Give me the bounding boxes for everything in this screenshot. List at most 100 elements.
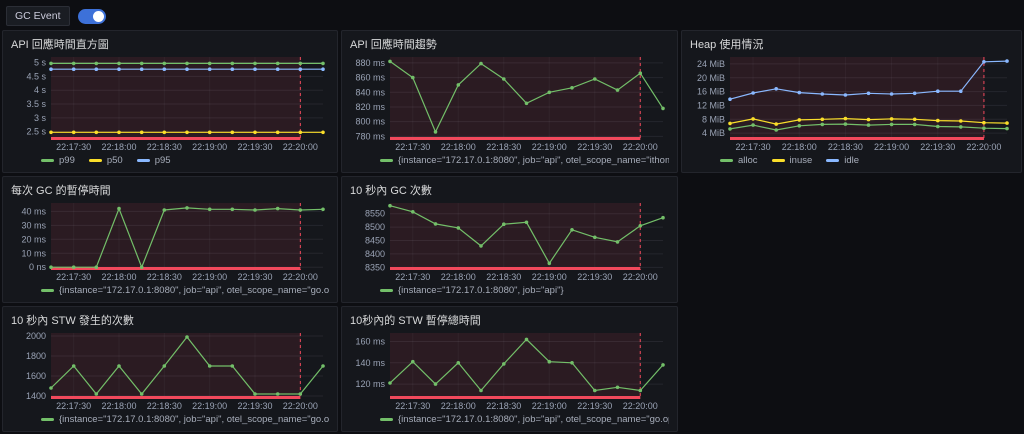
panel-title[interactable]: API 回應時間趨勢 bbox=[350, 36, 669, 53]
series-point[interactable] bbox=[570, 86, 574, 90]
series-point[interactable] bbox=[616, 386, 620, 390]
series-point[interactable] bbox=[140, 265, 144, 269]
series-point[interactable] bbox=[299, 392, 303, 396]
chart-canvas[interactable]: 4 MiB8 MiB12 MiB16 MiB20 MiB24 MiB22:17:… bbox=[690, 53, 1013, 153]
series-point[interactable] bbox=[751, 91, 755, 95]
series-point[interactable] bbox=[616, 240, 620, 244]
chart-canvas[interactable]: 0 ns10 ms20 ms30 ms40 ms22:17:3022:18:00… bbox=[11, 199, 329, 283]
series-point[interactable] bbox=[982, 126, 986, 130]
series-point[interactable] bbox=[639, 224, 643, 228]
series-point[interactable] bbox=[253, 67, 257, 71]
chart-canvas[interactable]: 780 ms800 ms820 ms840 ms860 ms880 ms22:1… bbox=[350, 53, 669, 153]
series-point[interactable] bbox=[276, 67, 280, 71]
series-point[interactable] bbox=[774, 128, 778, 132]
series-point[interactable] bbox=[95, 265, 99, 269]
series-point[interactable] bbox=[388, 381, 392, 385]
series-point[interactable] bbox=[867, 92, 871, 96]
series-point[interactable] bbox=[411, 360, 415, 364]
series-point[interactable] bbox=[253, 62, 257, 66]
series-point[interactable] bbox=[72, 131, 76, 135]
series-point[interactable] bbox=[479, 389, 483, 393]
series-point[interactable] bbox=[639, 71, 643, 75]
series-point[interactable] bbox=[321, 131, 325, 135]
legend-item[interactable]: p99 bbox=[41, 155, 75, 166]
series-point[interactable] bbox=[593, 236, 597, 240]
series-point[interactable] bbox=[49, 131, 53, 135]
series-point[interactable] bbox=[434, 130, 438, 134]
series-point[interactable] bbox=[299, 67, 303, 71]
series-point[interactable] bbox=[49, 67, 53, 71]
legend-item[interactable]: {instance="172.17.0.1:8080", job="api"} bbox=[380, 285, 564, 296]
series-point[interactable] bbox=[140, 131, 144, 135]
legend-item[interactable]: {instance="172.17.0.1:8080", job="api", … bbox=[380, 155, 669, 166]
chart-canvas[interactable]: 120 ms140 ms160 ms22:17:3022:18:0022:18:… bbox=[350, 329, 669, 412]
gc-annotation-band[interactable] bbox=[390, 137, 640, 140]
series-point[interactable] bbox=[185, 206, 189, 210]
series-point[interactable] bbox=[798, 124, 802, 128]
series-point[interactable] bbox=[434, 382, 438, 386]
series-point[interactable] bbox=[321, 208, 325, 212]
series-point[interactable] bbox=[661, 107, 665, 111]
chart-canvas[interactable]: 2.5 s3 s3.5 s4 s4.5 s5 s22:17:3022:18:00… bbox=[11, 53, 329, 153]
series-point[interactable] bbox=[321, 364, 325, 368]
series-point[interactable] bbox=[639, 389, 643, 393]
series-point[interactable] bbox=[49, 62, 53, 66]
series-point[interactable] bbox=[231, 208, 235, 212]
series-point[interactable] bbox=[208, 208, 212, 212]
series-point[interactable] bbox=[1005, 127, 1009, 131]
series-point[interactable] bbox=[890, 117, 894, 121]
series-point[interactable] bbox=[959, 125, 963, 129]
series-point[interactable] bbox=[751, 117, 755, 121]
series-point[interactable] bbox=[140, 392, 144, 396]
series-point[interactable] bbox=[163, 208, 167, 212]
series-point[interactable] bbox=[253, 131, 257, 135]
legend-item[interactable]: p95 bbox=[137, 155, 171, 166]
series-point[interactable] bbox=[208, 131, 212, 135]
series-point[interactable] bbox=[479, 244, 483, 248]
legend-item[interactable]: {instance="172.17.0.1:8080", job="api", … bbox=[380, 414, 669, 425]
series-point[interactable] bbox=[913, 118, 917, 122]
series-point[interactable] bbox=[457, 226, 461, 230]
series-point[interactable] bbox=[890, 123, 894, 127]
series-point[interactable] bbox=[479, 62, 483, 66]
panel-title[interactable]: 10秒內的 STW 暫停總時間 bbox=[350, 312, 669, 329]
gc-annotation-band[interactable] bbox=[51, 137, 300, 140]
gc-annotation-band[interactable] bbox=[390, 267, 640, 270]
series-point[interactable] bbox=[231, 67, 235, 71]
series-point[interactable] bbox=[570, 361, 574, 365]
series-point[interactable] bbox=[163, 62, 167, 66]
series-point[interactable] bbox=[502, 77, 506, 81]
panel-title[interactable]: API 回應時間直方圖 bbox=[11, 36, 329, 53]
series-point[interactable] bbox=[117, 62, 121, 66]
series-point[interactable] bbox=[728, 122, 732, 126]
series-point[interactable] bbox=[299, 131, 303, 135]
series-point[interactable] bbox=[821, 123, 825, 127]
panel-title[interactable]: Heap 使用情況 bbox=[690, 36, 1013, 53]
series-point[interactable] bbox=[276, 207, 280, 211]
series-point[interactable] bbox=[231, 131, 235, 135]
legend-item[interactable]: inuse bbox=[772, 155, 813, 166]
series-point[interactable] bbox=[95, 131, 99, 135]
series-point[interactable] bbox=[457, 361, 461, 365]
series-point[interactable] bbox=[411, 210, 415, 214]
series-point[interactable] bbox=[774, 87, 778, 91]
legend-item[interactable]: p50 bbox=[89, 155, 123, 166]
series-point[interactable] bbox=[821, 118, 825, 122]
series-point[interactable] bbox=[982, 60, 986, 64]
series-point[interactable] bbox=[890, 92, 894, 96]
series-point[interactable] bbox=[95, 392, 99, 396]
series-point[interactable] bbox=[140, 62, 144, 66]
series-point[interactable] bbox=[661, 363, 665, 367]
series-point[interactable] bbox=[49, 265, 53, 269]
series-point[interactable] bbox=[185, 67, 189, 71]
series-point[interactable] bbox=[72, 364, 76, 368]
series-point[interactable] bbox=[72, 67, 76, 71]
series-point[interactable] bbox=[616, 88, 620, 92]
panel-title[interactable]: 每次 GC 的暫停時間 bbox=[11, 182, 329, 199]
series-point[interactable] bbox=[525, 338, 529, 342]
series-point[interactable] bbox=[299, 208, 303, 212]
legend-item[interactable]: alloc bbox=[720, 155, 758, 166]
series-point[interactable] bbox=[276, 392, 280, 396]
legend-item[interactable]: idle bbox=[826, 155, 859, 166]
series-point[interactable] bbox=[163, 131, 167, 135]
